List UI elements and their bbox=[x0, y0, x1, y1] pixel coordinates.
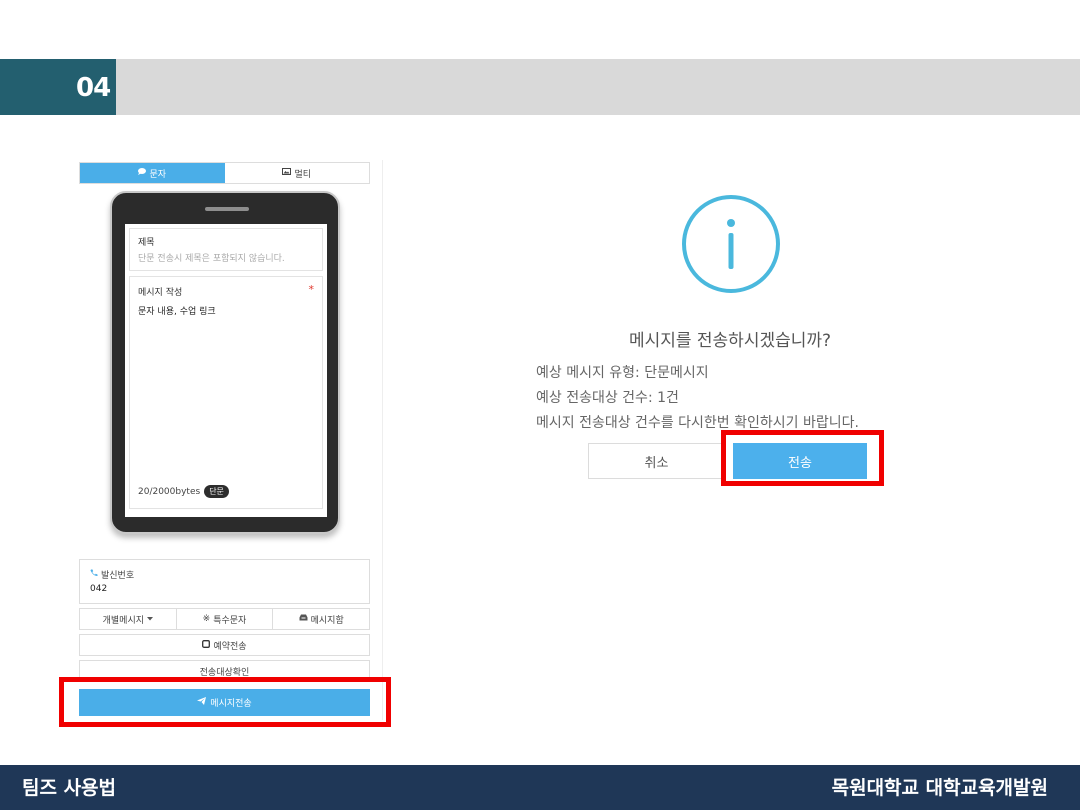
cancel-button[interactable]: 취소 bbox=[588, 443, 725, 479]
tab-multi[interactable]: 멀티 bbox=[224, 163, 369, 183]
dialog-line-type: 예상 메시지 유형: 단문메시지 bbox=[536, 365, 709, 381]
message-label: 메시지 작성 bbox=[138, 288, 183, 298]
message-tools: 개별메시지 ※ 특수문자 메시지함 bbox=[79, 608, 370, 630]
tab-sms-label: 문자 bbox=[149, 169, 167, 180]
info-icon bbox=[681, 194, 781, 294]
tab-multi-label: 멀티 bbox=[294, 169, 312, 180]
dialog-line-notice: 메시지 전송대상 건수를 다시한번 확인하시기 바랍니다. bbox=[536, 415, 859, 431]
speech-bubble-icon bbox=[138, 168, 147, 178]
special-char-label: 특수문자 bbox=[213, 615, 247, 626]
message-text: 문자 내용, 수업 링크 bbox=[138, 307, 216, 317]
footer-title: 팀즈 사용법 bbox=[22, 777, 117, 799]
byte-counter: 20/2000bytes 단문 bbox=[138, 485, 229, 498]
phone-speaker bbox=[205, 207, 249, 211]
byte-count: 20/2000bytes bbox=[138, 486, 201, 497]
reserve-send-label: 예약전송 bbox=[213, 641, 247, 652]
individual-message-label: 개별메시지 bbox=[102, 615, 145, 626]
panel-divider bbox=[382, 160, 383, 720]
phone-preview: 제목 단문 전송시 제목은 포함되지 않습니다. 메시지 작성 * 문자 내용,… bbox=[110, 191, 340, 534]
slide: 04 문자 멀티 제목 단문 전송시 제목은 포함되지 않습니다. 메시지 작성 bbox=[0, 0, 1080, 810]
footer-org: 목원대학교 대학교육개발원 bbox=[831, 777, 1048, 799]
message-type-badge: 단문 bbox=[204, 485, 229, 498]
checkbox-icon bbox=[202, 639, 211, 651]
phone-icon bbox=[90, 569, 98, 580]
title-field[interactable]: 제목 단문 전송시 제목은 포함되지 않습니다. bbox=[129, 228, 323, 271]
image-icon bbox=[282, 168, 292, 178]
phone-screen: 제목 단문 전송시 제목은 포함되지 않습니다. 메시지 작성 * 문자 내용,… bbox=[125, 224, 327, 517]
individual-message-dropdown[interactable]: 개별메시지 bbox=[80, 609, 177, 629]
sender-label-row: 발신번호 bbox=[90, 568, 359, 581]
special-char-button[interactable]: ※ 특수문자 bbox=[177, 609, 274, 629]
reference-mark-icon: ※ bbox=[202, 614, 211, 624]
reserve-send-toggle[interactable]: 예약전송 bbox=[79, 634, 370, 656]
message-box-button[interactable]: 메시지함 bbox=[273, 609, 369, 629]
section-number-box: 04 bbox=[0, 59, 116, 115]
required-mark: * bbox=[308, 283, 315, 296]
dialog-line-count: 예상 전송대상 건수: 1건 bbox=[536, 390, 679, 406]
title-hint: 단문 전송시 제목은 포함되지 않습니다. bbox=[138, 254, 285, 264]
title-label: 제목 bbox=[138, 238, 155, 248]
sender-number-field[interactable]: 발신번호 042 bbox=[79, 559, 370, 604]
section-number: 04 bbox=[76, 73, 111, 103]
message-field[interactable]: 메시지 작성 * 문자 내용, 수업 링크 20/2000bytes 단문 bbox=[129, 276, 323, 509]
sender-value: 042 bbox=[90, 584, 108, 594]
tab-sms[interactable]: 문자 bbox=[80, 163, 225, 183]
message-box-label: 메시지함 bbox=[310, 615, 344, 626]
dialog-title: 메시지를 전송하시겠습니까? bbox=[628, 331, 832, 351]
sender-label: 발신번호 bbox=[101, 571, 135, 581]
inbox-icon bbox=[299, 614, 308, 624]
caret-down-icon bbox=[147, 614, 154, 624]
highlight-confirm-button bbox=[721, 430, 884, 486]
footer-bar: 팀즈 사용법 목원대학교 대학교육개발원 bbox=[0, 765, 1080, 810]
header-bar bbox=[116, 59, 1080, 115]
message-type-tabs: 문자 멀티 bbox=[79, 162, 370, 184]
highlight-send-button bbox=[59, 677, 391, 727]
